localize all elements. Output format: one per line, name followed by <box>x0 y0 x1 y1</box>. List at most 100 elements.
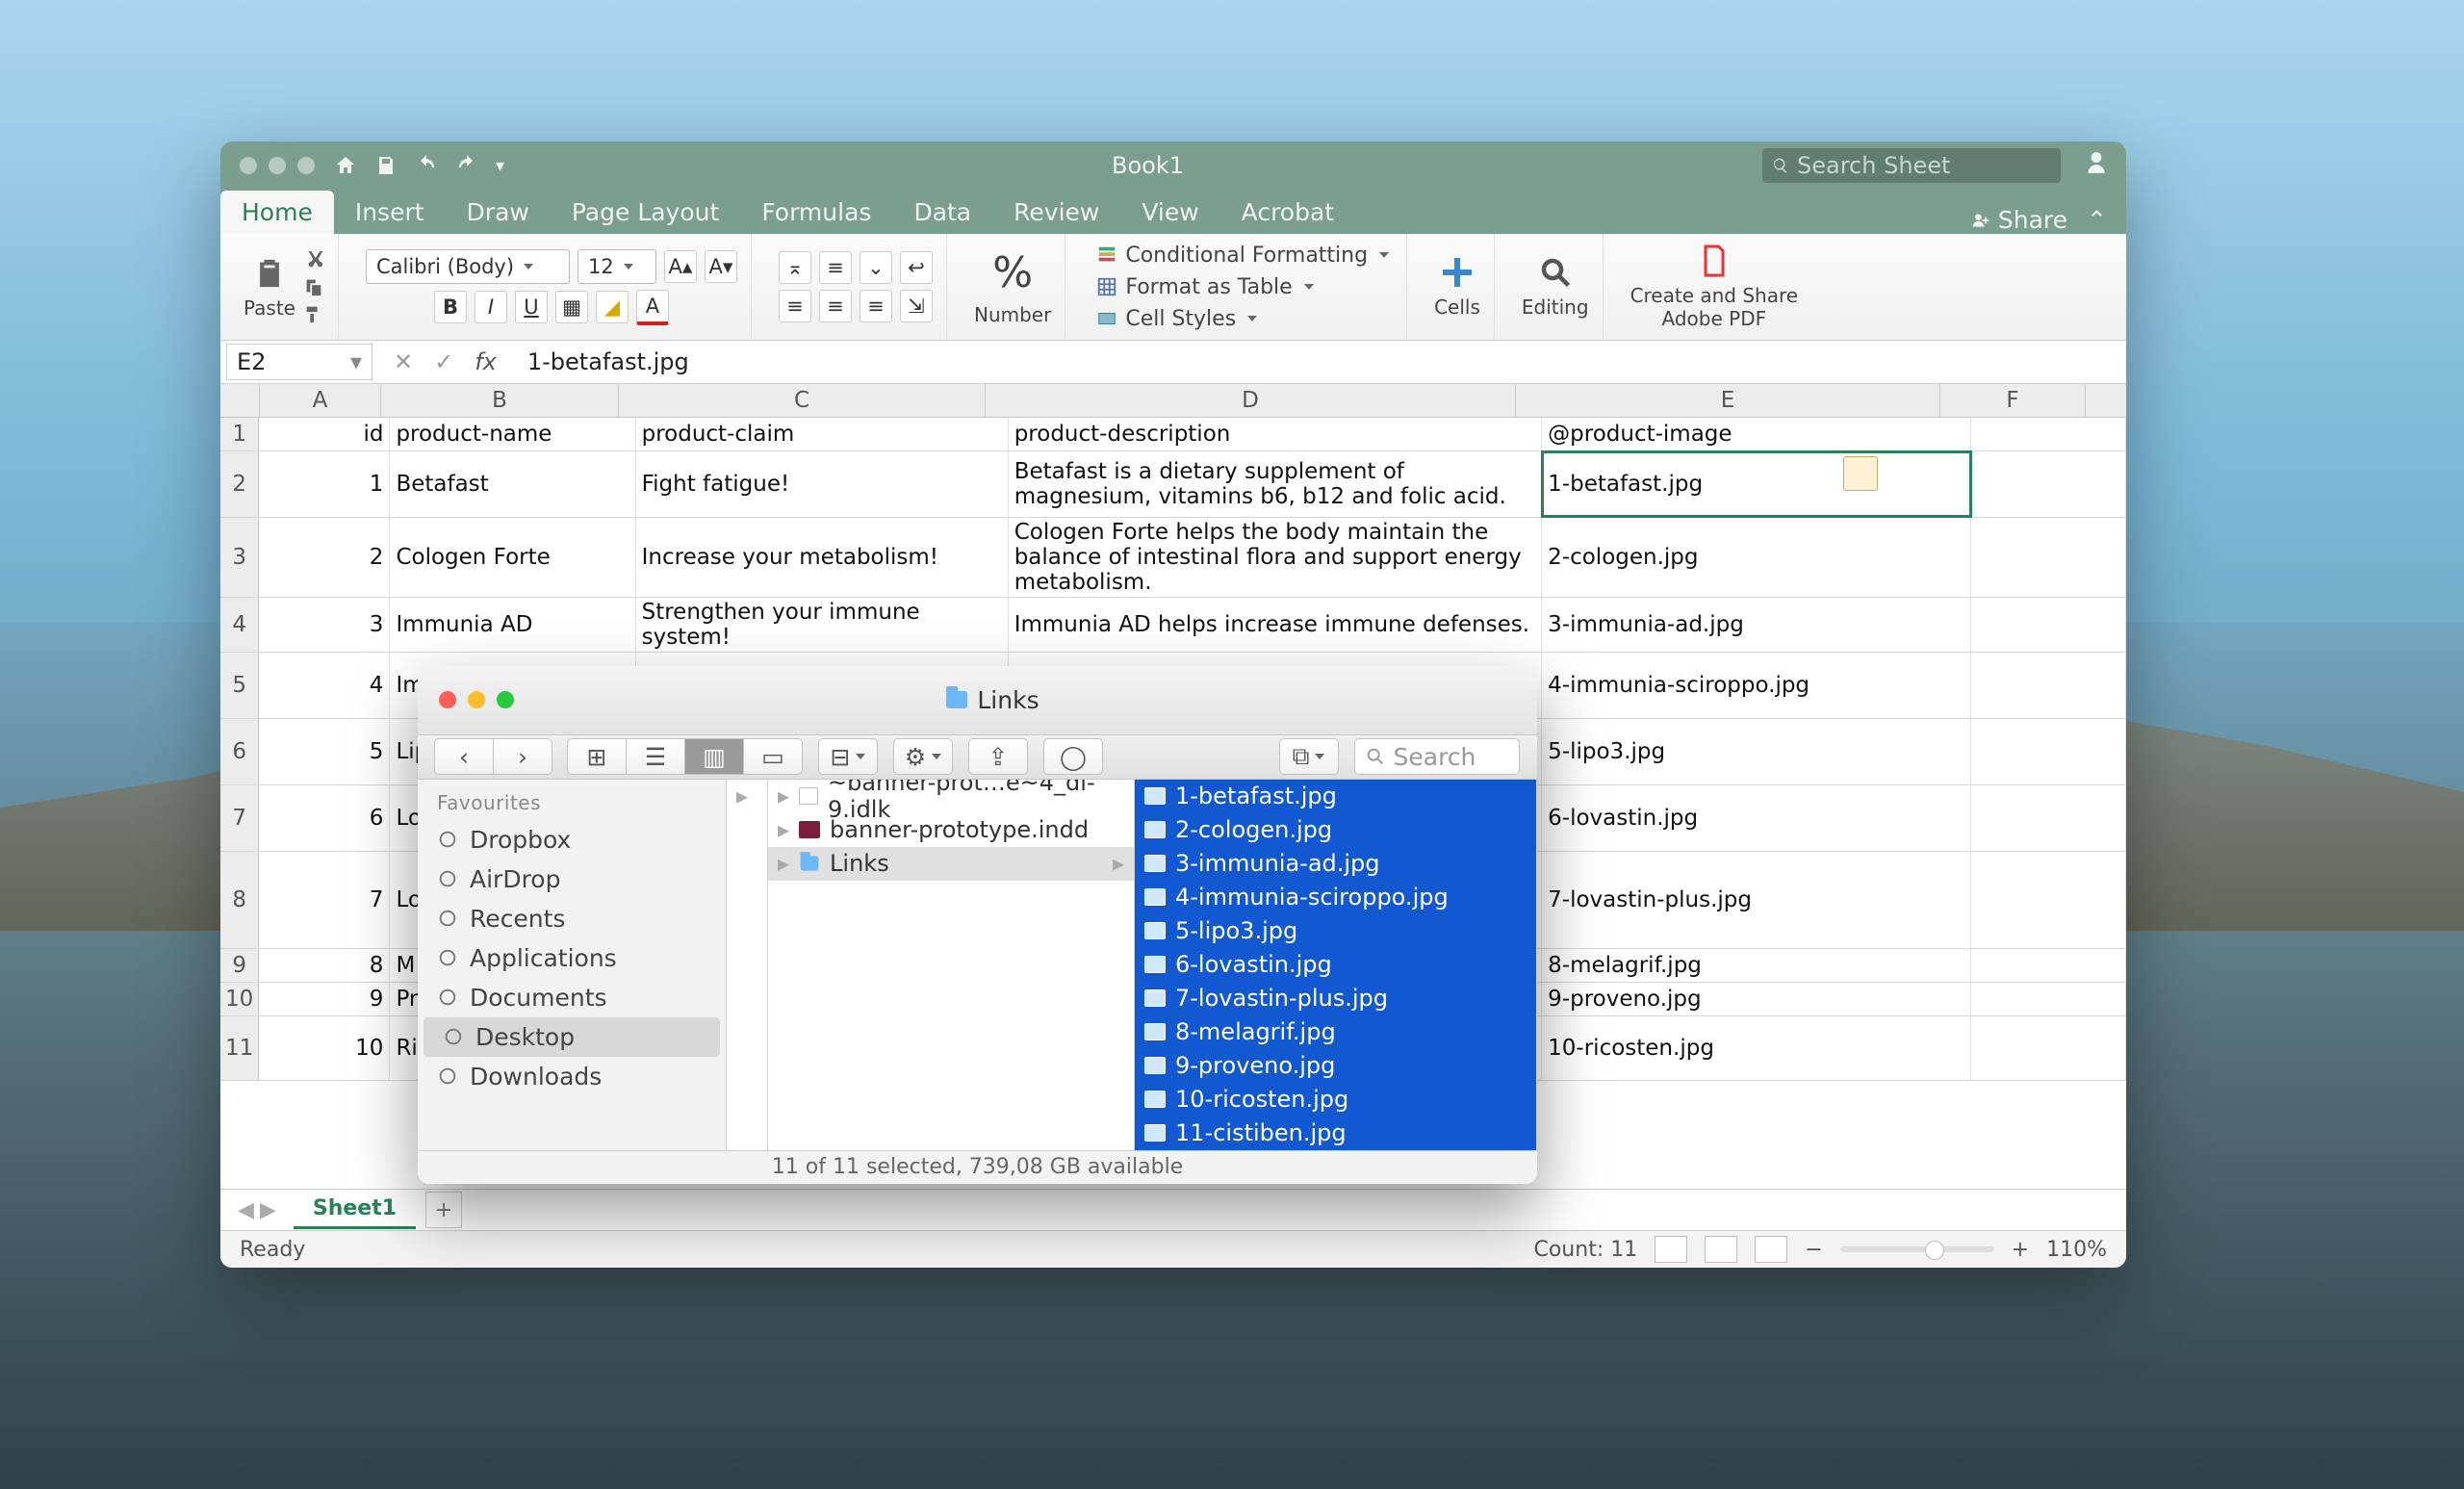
cell[interactable]: 4-immunia-sciroppo.jpg <box>1542 653 1971 718</box>
name-box[interactable]: E2▾ <box>226 344 372 380</box>
list-item[interactable]: 11-cistiben.jpg <box>1135 1117 1536 1150</box>
cell[interactable]: 9 <box>259 983 390 1015</box>
cell[interactable]: Immunia AD helps increase immune defense… <box>1009 598 1542 652</box>
row-header[interactable]: 2 <box>220 451 259 517</box>
align-top-icon[interactable]: ⌅ <box>779 251 811 284</box>
action-button[interactable]: ⚙ <box>893 738 953 775</box>
cell[interactable]: 2-cologen.jpg <box>1542 518 1971 597</box>
cell[interactable] <box>1971 852 2126 948</box>
cell[interactable]: 3 <box>259 598 390 652</box>
tab-acrobat[interactable]: Acrobat <box>1220 191 1355 234</box>
list-item[interactable]: ▸~banner-prot…e~4_dl-9.idlk <box>768 780 1134 813</box>
cell[interactable] <box>1971 451 2126 517</box>
cell[interactable]: id <box>259 418 390 450</box>
cell[interactable]: 5 <box>259 719 390 784</box>
tab-data[interactable]: Data <box>892 191 992 234</box>
cell[interactable]: 1-betafast.jpg <box>1542 451 1971 517</box>
wrap-text-icon[interactable]: ↩ <box>900 251 933 284</box>
tab-insert[interactable]: Insert <box>334 191 446 234</box>
cell[interactable] <box>1971 983 2126 1015</box>
back-button[interactable]: ‹ <box>434 738 494 775</box>
quick-access[interactable]: ▾ <box>334 154 533 177</box>
cell[interactable]: Betafast <box>390 451 635 517</box>
dropbox-button[interactable]: ⧉ <box>1279 738 1339 775</box>
row-header[interactable]: 9 <box>220 949 259 982</box>
add-sheet-button[interactable]: + <box>425 1192 462 1228</box>
next-sheet-icon[interactable]: ▶ <box>260 1198 276 1222</box>
cell[interactable]: 5-lipo3.jpg <box>1542 719 1971 784</box>
copy-icon[interactable] <box>303 276 324 297</box>
sidebar-item-downloads[interactable]: Downloads <box>418 1057 726 1096</box>
prev-sheet-icon[interactable]: ◀ <box>238 1198 254 1222</box>
format-painter-icon[interactable] <box>303 303 324 324</box>
sidebar-item-desktop[interactable]: Desktop <box>424 1017 720 1057</box>
cut-icon[interactable] <box>303 249 324 270</box>
list-item[interactable]: 8-melagrif.jpg <box>1135 1015 1536 1049</box>
cell[interactable]: 6-lovastin.jpg <box>1542 785 1971 851</box>
redo-icon[interactable] <box>455 154 478 177</box>
cell[interactable] <box>1971 598 2126 652</box>
align-middle-icon[interactable]: ≡ <box>819 251 852 284</box>
row-header[interactable]: 5 <box>220 653 259 718</box>
row-header[interactable]: 4 <box>220 598 259 652</box>
cell[interactable]: Cologen Forte <box>390 518 635 597</box>
share-button[interactable]: Share ⌃ <box>1971 206 2126 234</box>
tab-draw[interactable]: Draw <box>446 191 551 234</box>
cell[interactable]: 4 <box>259 653 390 718</box>
list-item[interactable]: 10-ricosten.jpg <box>1135 1083 1536 1117</box>
cell[interactable]: 7-lovastin-plus.jpg <box>1542 852 1971 948</box>
cell[interactable]: 3-immunia-ad.jpg <box>1542 598 1971 652</box>
tags-button[interactable]: ◯ <box>1043 738 1103 775</box>
zoom-in-button[interactable]: + <box>2012 1238 2029 1262</box>
column-headers[interactable]: A B C D E F <box>220 384 2126 418</box>
cell[interactable] <box>1971 418 2126 450</box>
cancel-formula-icon[interactable]: ✕ <box>394 348 413 375</box>
table-row[interactable]: 32Cologen ForteIncrease your metabolism!… <box>220 518 2126 598</box>
cell[interactable]: 9-proveno.jpg <box>1542 983 1971 1015</box>
cell[interactable] <box>1971 719 2126 784</box>
row-header[interactable]: 3 <box>220 518 259 597</box>
cell[interactable]: Cologen Forte helps the body maintain th… <box>1009 518 1542 597</box>
row-header[interactable]: 8 <box>220 852 259 948</box>
cell[interactable]: 2 <box>259 518 390 597</box>
editing-group[interactable]: Editing <box>1508 234 1604 340</box>
list-item[interactable]: 6-lovastin.jpg <box>1135 948 1536 982</box>
font-size-dropdown[interactable]: 12 <box>578 249 656 284</box>
chevron-up-icon[interactable]: ⌃ <box>2087 206 2107 234</box>
cell[interactable]: Strengthen your immune system! <box>636 598 1009 652</box>
cell[interactable]: 8 <box>259 949 390 982</box>
normal-view-icon[interactable] <box>1655 1236 1687 1263</box>
row-header[interactable]: 7 <box>220 785 259 851</box>
percent-icon[interactable]: % <box>992 248 1033 297</box>
list-item[interactable]: ▸Links▸ <box>768 847 1134 881</box>
cell[interactable]: 7 <box>259 852 390 948</box>
align-bottom-icon[interactable]: ⌄ <box>860 251 892 284</box>
cells-group[interactable]: Cells <box>1421 234 1495 340</box>
cell[interactable]: Increase your metabolism! <box>636 518 1009 597</box>
cell[interactable] <box>1971 785 2126 851</box>
table-row[interactable]: 21BetafastFight fatigue!Betafast is a di… <box>220 451 2126 518</box>
underline-button[interactable]: U <box>515 291 548 323</box>
cell[interactable]: @product-image <box>1542 418 1971 450</box>
search-sheet-input[interactable]: Search Sheet <box>1762 148 2061 183</box>
cell[interactable]: 1 <box>259 451 390 517</box>
forward-button[interactable]: › <box>493 738 552 775</box>
paste-button[interactable]: Paste <box>244 254 295 320</box>
cell[interactable] <box>1971 518 2126 597</box>
cell[interactable] <box>1971 1016 2126 1080</box>
window-controls[interactable] <box>220 157 334 174</box>
cell[interactable] <box>1971 653 2126 718</box>
conditional-formatting-button[interactable]: Conditional Formatting <box>1092 242 1393 270</box>
sidebar-item-airdrop[interactable]: AirDrop <box>418 860 726 899</box>
cell[interactable]: 8-melagrif.jpg <box>1542 949 1971 982</box>
page-layout-view-icon[interactable] <box>1705 1236 1737 1263</box>
group-button[interactable]: ⊟ <box>818 738 878 775</box>
sidebar-item-recents[interactable]: Recents <box>418 899 726 938</box>
tab-home[interactable]: Home <box>220 191 334 234</box>
page-break-view-icon[interactable] <box>1755 1236 1787 1263</box>
enter-formula-icon[interactable]: ✓ <box>434 348 453 375</box>
list-item[interactable]: 3-immunia-ad.jpg <box>1135 847 1536 881</box>
font-name-dropdown[interactable]: Calibri (Body) <box>366 249 570 284</box>
borders-button[interactable]: ▦ <box>555 291 588 323</box>
column-links[interactable]: 1-betafast.jpg2-cologen.jpg3-immunia-ad.… <box>1135 780 1537 1150</box>
